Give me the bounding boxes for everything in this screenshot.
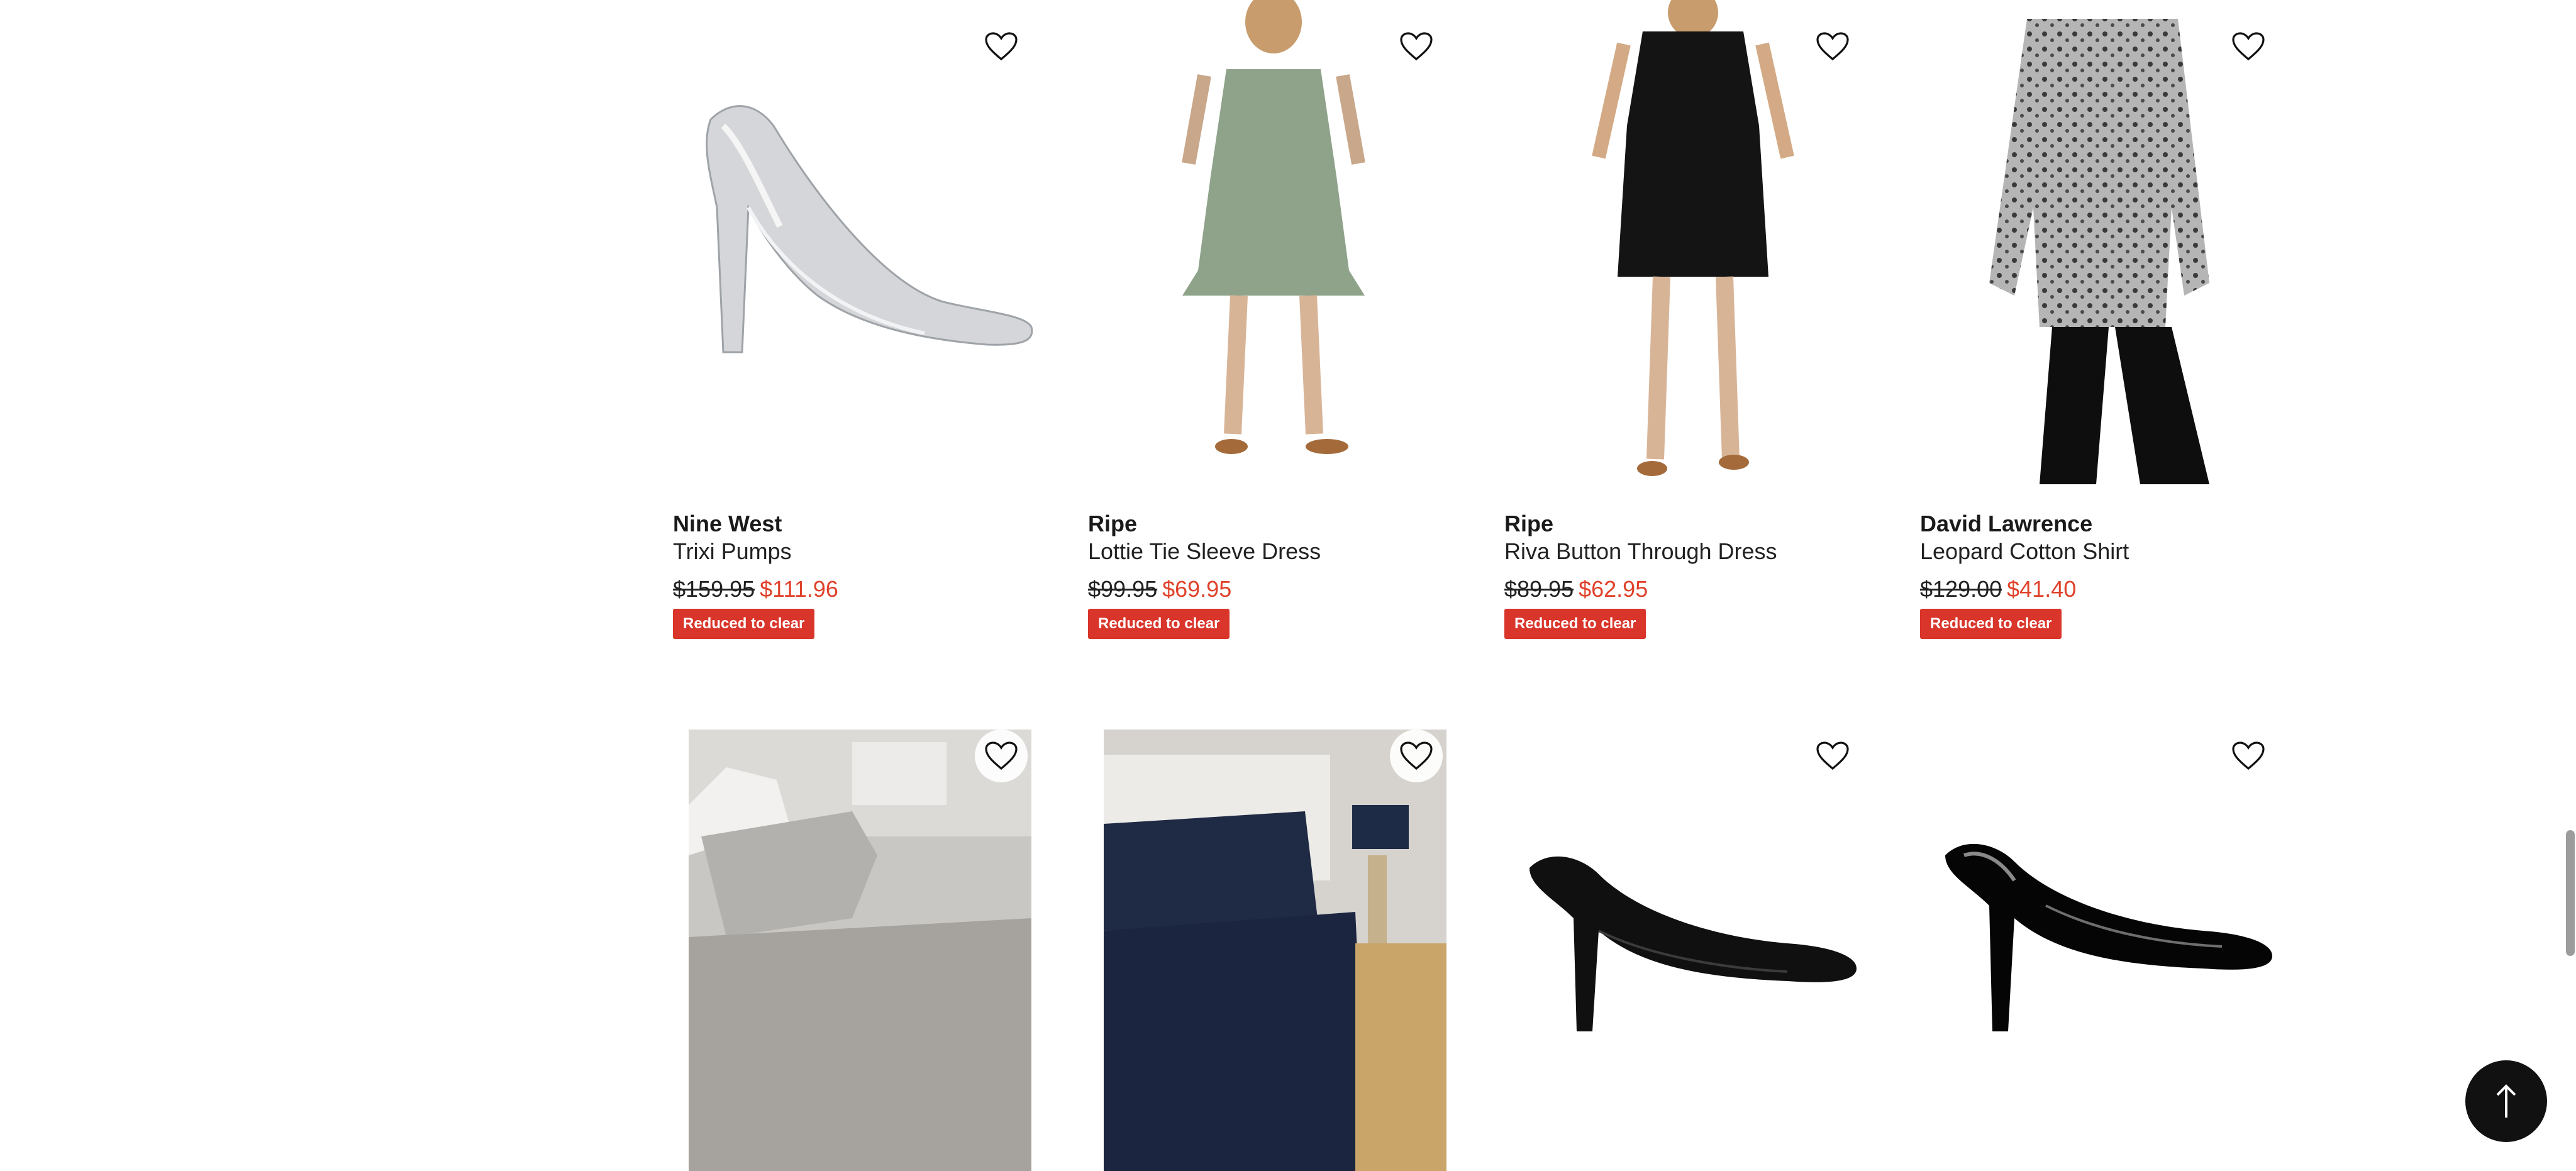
product-image[interactable] [1104,730,1446,1171]
product-prices: $99.95 $69.95 [1088,576,1231,602]
back-to-top-button[interactable] [2465,1060,2547,1142]
product-image[interactable] [1088,0,1459,484]
wishlist-button[interactable] [1390,730,1443,782]
product-brand[interactable]: Ripe [1504,511,1553,537]
arrow-up-icon [2496,1084,2516,1118]
heart-icon [1816,32,1849,61]
sale-price: $69.95 [1162,576,1232,602]
green-dress-image [1088,0,1459,484]
product-name[interactable]: Riva Button Through Dress [1504,538,1777,565]
wishlist-button[interactable] [1390,20,1443,73]
product-brand[interactable]: Nine West [673,511,782,537]
sale-price: $41.40 [2007,576,2077,602]
black-dress-image [1504,0,1875,484]
product-image[interactable] [1504,0,1875,484]
heart-icon [1400,741,1433,770]
sale-price: $111.96 [760,576,838,602]
product-image[interactable] [1920,730,2291,1171]
was-price: $159.95 [673,576,755,602]
sale-badge: Reduced to clear [673,609,815,639]
product-prices: $89.95 $62.95 [1504,576,1648,602]
grey-sheets-image [689,730,1031,1171]
scrollbar[interactable] [2566,830,2575,956]
heart-icon [985,741,1018,770]
product-card[interactable]: David Lawrence Leopard Cotton Shirt $129… [1920,0,2304,648]
sale-badge: Reduced to clear [1504,609,1646,639]
product-card[interactable] [1088,730,1472,1171]
sale-badge: Reduced to clear [1088,609,1230,639]
product-image[interactable] [1504,730,1875,1171]
was-price: $89.95 [1504,576,1574,602]
product-brand[interactable]: David Lawrence [1920,511,2092,537]
heart-icon [1816,741,1849,770]
silver-pump-image [673,0,1044,484]
product-grid: Nine West Trixi Pumps $159.95 $111.96 Red… [673,0,2340,1171]
product-image[interactable] [1920,0,2291,484]
wishlist-button[interactable] [1806,20,1859,73]
product-card[interactable] [1504,730,1888,1171]
wishlist-button[interactable] [2222,730,2275,782]
product-name[interactable]: Leopard Cotton Shirt [1920,538,2129,565]
product-image[interactable] [673,0,1044,484]
wishlist-button[interactable] [2222,20,2275,73]
product-name[interactable]: Trixi Pumps [673,538,792,565]
sale-price: $62.95 [1579,576,1648,602]
black-pump-image [1504,730,1875,1171]
leopard-shirt-image [1920,0,2291,484]
patent-pump-image [1920,730,2291,1171]
product-prices: $129.00 $41.40 [1920,576,2076,602]
heart-icon [1400,32,1433,61]
product-brand[interactable]: Ripe [1088,511,1137,537]
wishlist-button[interactable] [1806,730,1859,782]
was-price: $99.95 [1088,576,1158,602]
navy-quilt-image [1104,730,1446,1171]
sale-badge: Reduced to clear [1920,609,2062,639]
product-card[interactable]: Ripe Riva Button Through Dress $89.95 $62… [1504,0,1888,648]
product-card[interactable] [1920,730,2304,1171]
heart-icon [2232,32,2265,61]
heart-icon [2232,741,2265,770]
heart-icon [985,32,1018,61]
wishlist-button[interactable] [975,730,1028,782]
product-card[interactable]: Nine West Trixi Pumps $159.95 $111.96 Red… [673,0,1057,648]
product-card[interactable] [673,730,1057,1171]
was-price: $129.00 [1920,576,2002,602]
product-prices: $159.95 $111.96 [673,576,838,602]
product-image[interactable] [689,730,1031,1171]
wishlist-button[interactable] [975,20,1028,73]
product-name[interactable]: Lottie Tie Sleeve Dress [1088,538,1321,565]
product-card[interactable]: Ripe Lottie Tie Sleeve Dress $99.95 $69.9… [1088,0,1472,648]
